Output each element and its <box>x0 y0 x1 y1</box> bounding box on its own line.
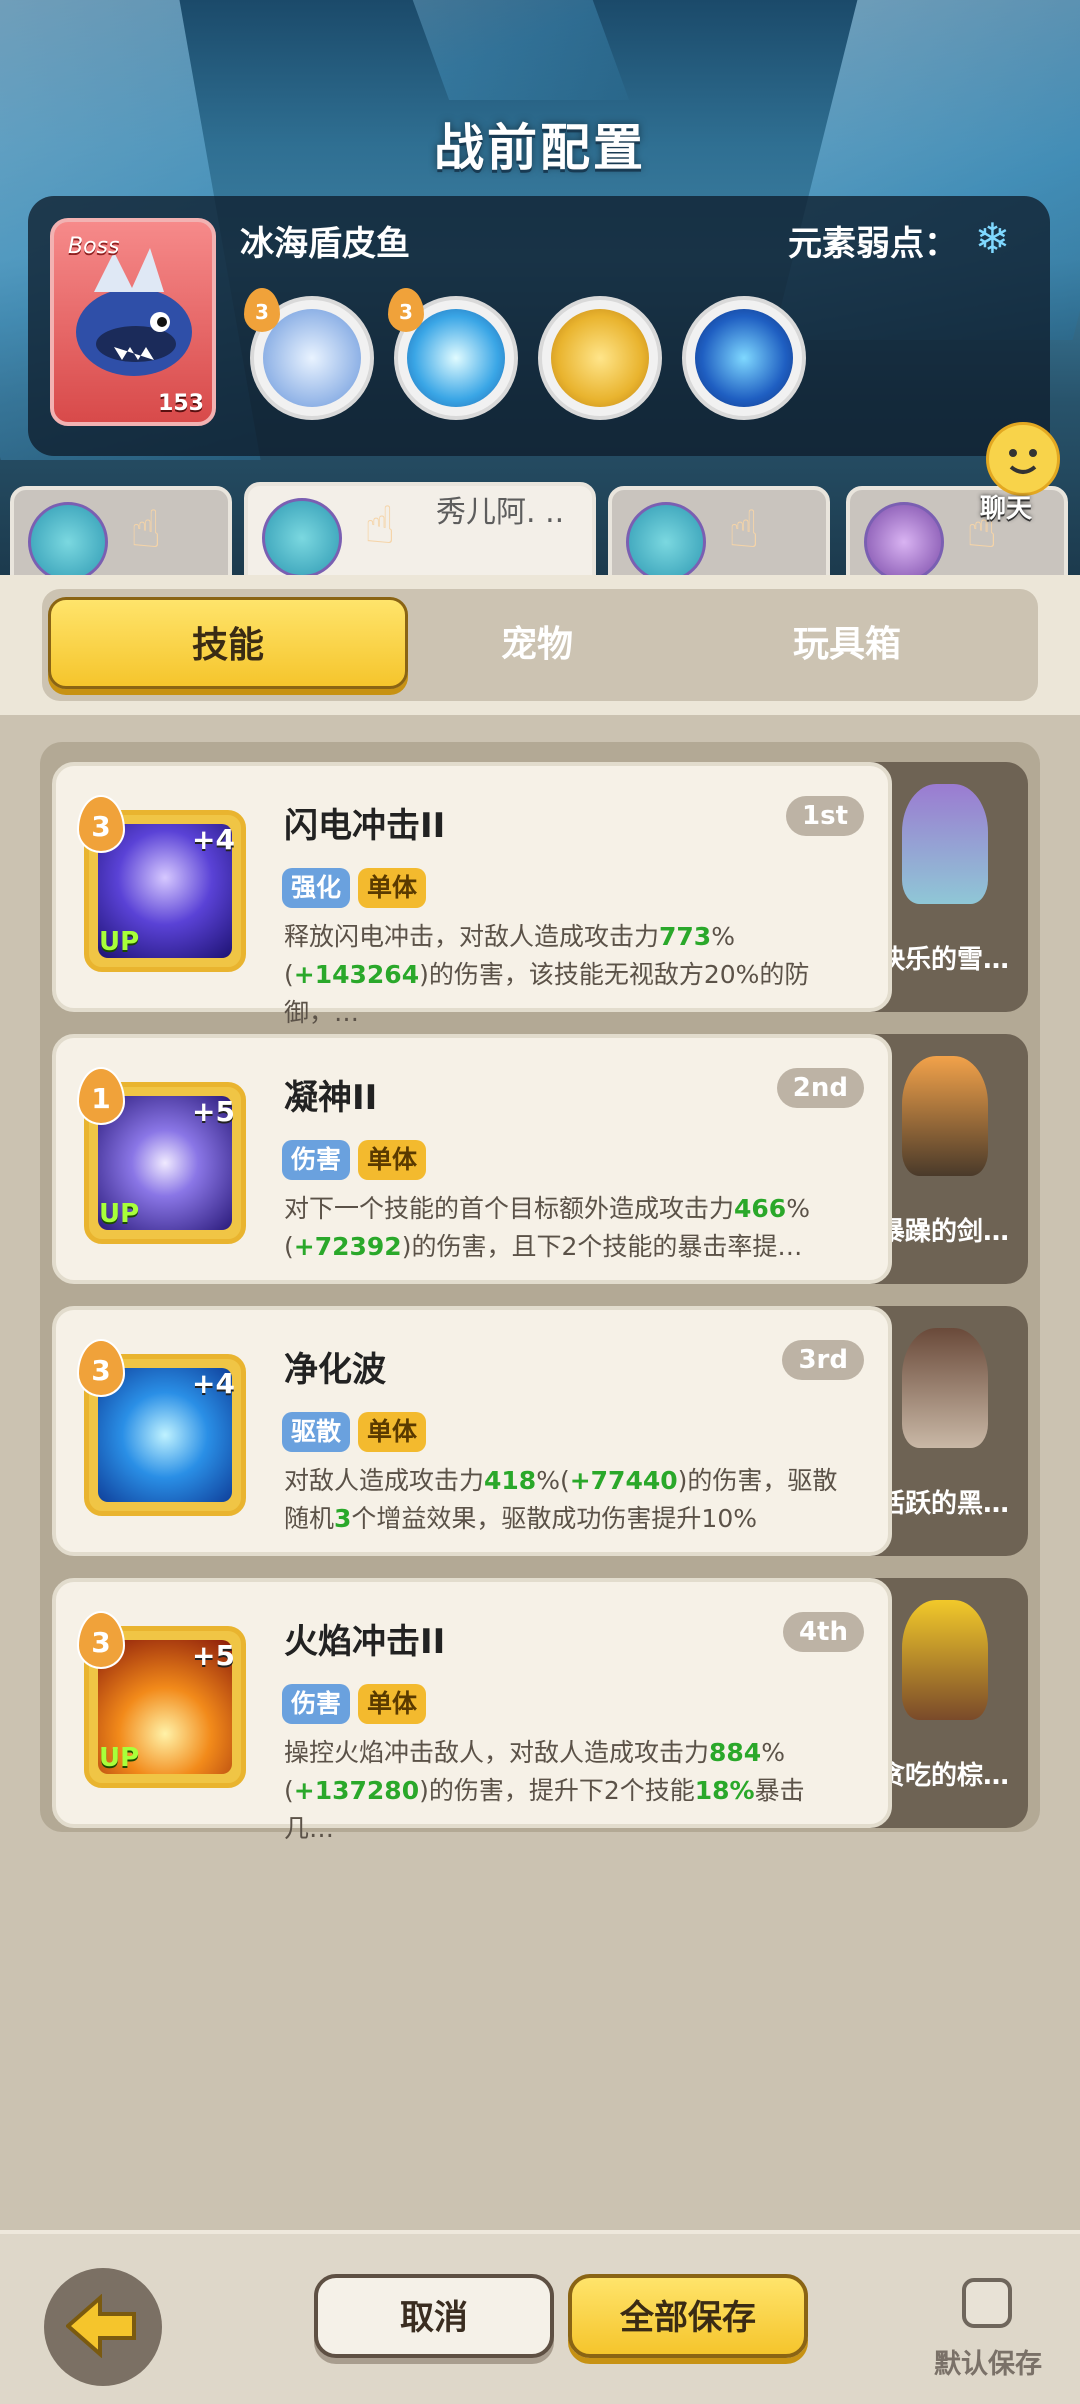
skill-rank: 1st <box>786 796 864 836</box>
boss-tag: Boss <box>68 234 120 259</box>
pet-figure <box>902 784 988 904</box>
skill-card[interactable]: 3 +4 UP 闪电冲击II 1st 强化 单体 释放闪电冲击，对敌人造成攻击力7… <box>52 762 892 1027</box>
skill-tag: 伤害 <box>282 1684 351 1724</box>
skill-description: 操控火焰冲击敌人，对敌人造成攻击力884%(+137280)的伤害，提升下2个技… <box>284 1738 805 1843</box>
skill-icon-frame: 3 +4 UP <box>77 795 246 972</box>
boss-name: 冰海盾皮鱼 <box>240 224 410 264</box>
skill-card[interactable]: 3 +5 UP 火焰冲击II 4th 伤害 单体 操控火焰冲击敌人，对敌人造成攻击… <box>52 1578 892 1843</box>
skill-icon-frame: 1 +5 UP <box>77 1067 246 1244</box>
skill-rank: 3rd <box>782 1340 864 1380</box>
skill-tag: 强化 <box>282 868 351 908</box>
skill-icon-frame: 3 +4 <box>77 1339 246 1516</box>
upgrade-indicator: UP <box>99 1743 140 1773</box>
page-title: 战前配置 <box>434 119 646 177</box>
skill-tag: 单体 <box>358 1412 427 1452</box>
skill-card[interactable]: 3 +4 净化波 3rd 驱散 单体 对敌人造成攻击力418%(+77440)的伤… <box>52 1306 892 1556</box>
skill-level-badge: 3 <box>77 1339 125 1397</box>
skill-tag: 单体 <box>358 868 427 908</box>
avatar <box>28 502 108 582</box>
upgrade-indicator: UP <box>99 927 140 957</box>
tab-toybox[interactable]: 玩具箱 <box>727 589 967 701</box>
skill-plus: +4 <box>192 1367 235 1400</box>
skill-name: 净化波 <box>284 1350 386 1390</box>
snowflake-icon[interactable]: ❄ <box>975 214 1010 263</box>
skill-tag: 驱散 <box>282 1412 351 1452</box>
tab-skills[interactable]: 技能 <box>48 597 408 689</box>
back-button[interactable] <box>44 2268 162 2386</box>
avatar <box>626 502 706 582</box>
boss-portrait[interactable]: Boss 153 <box>50 218 216 426</box>
skill-plus: +5 <box>192 1639 235 1672</box>
weakness-label: 元素弱点： <box>788 224 958 264</box>
config-panel: 技能 宠物 玩具箱 快乐的雪… 3 +4 UP 闪电冲击II 1st 强化 单体 … <box>0 575 1080 2400</box>
boss-skill-golden-shield[interactable] <box>538 296 662 420</box>
skill-rank: 4th <box>782 1612 864 1652</box>
tab-pets[interactable]: 宠物 <box>417 589 657 701</box>
category-tabs: 技能 宠物 玩具箱 <box>42 589 1038 701</box>
chat-button[interactable]: 聊天 <box>966 418 1066 528</box>
skill-name: 凝神II <box>284 1078 378 1118</box>
pet-figure <box>902 1056 988 1176</box>
skill-tag: 单体 <box>358 1684 427 1724</box>
skill-description: 对下一个技能的首个目标额外造成攻击力466%(+72392)的伤害，且下2个技能… <box>284 1194 810 1261</box>
boss-skill-ice-crystal[interactable]: 3 <box>244 288 374 420</box>
skill-description: 释放闪电冲击，对敌人造成攻击力773%(+143264)的伤害，该技能无视敌方2… <box>284 922 810 1027</box>
pet-figure <box>902 1328 988 1448</box>
player-tabs: ☝ ☝ 秀儿阿. .. ☝ ☝ <box>0 482 1080 582</box>
skill-list: 快乐的雪… 3 +4 UP 闪电冲击II 1st 强化 单体 释放闪电冲击，对敌人… <box>40 742 1040 1843</box>
avatar <box>262 498 342 578</box>
skill-plus: +4 <box>192 823 235 856</box>
skill-level-badge: 3 <box>388 288 424 332</box>
smiley-icon <box>986 422 1060 496</box>
chat-label: 聊天 <box>979 494 1032 524</box>
avatar <box>864 502 944 582</box>
boss-skill-water-star[interactable] <box>682 296 806 420</box>
skill-level-badge: 1 <box>77 1067 125 1125</box>
player-tab-3[interactable]: ☝ <box>608 486 830 582</box>
pet-figure <box>902 1600 988 1720</box>
skill-card[interactable]: 1 +5 UP 凝神II 2nd 伤害 单体 对下一个技能的首个目标额外造成攻击力… <box>52 1034 892 1284</box>
skill-name: 闪电冲击II <box>284 806 446 846</box>
skill-tag: 伤害 <box>282 1140 351 1180</box>
skill-icon-frame: 3 +5 UP <box>77 1611 246 1788</box>
skill-description: 对敌人造成攻击力418%(+77440)的伤害，驱散随机3个增益效果，驱散成功伤… <box>284 1466 838 1533</box>
hand-thumb-icon: ☝ <box>130 500 162 560</box>
boss-skill-ice-burst[interactable]: 3 <box>388 288 518 420</box>
boss-info-panel: Boss 153 冰海盾皮鱼 元素弱点： ❄ 3 3 <box>28 196 1050 456</box>
skill-plus: +5 <box>192 1095 235 1128</box>
skill-rank: 2nd <box>776 1068 864 1108</box>
player-name: 秀儿阿. .. <box>436 495 565 530</box>
skill-level-badge: 3 <box>77 795 125 853</box>
skill-level-badge: 3 <box>244 288 280 332</box>
hand-thumb-icon: ☝ <box>364 496 396 556</box>
upgrade-indicator: UP <box>99 1199 140 1229</box>
skill-name: 火焰冲击II <box>284 1622 446 1662</box>
player-tab-1[interactable]: ☝ <box>10 486 232 582</box>
default-save-label: 默认保存 <box>934 2349 1042 2380</box>
footer-bar: 取消 全部保存 默认保存 <box>0 2230 1080 2404</box>
player-tab-2[interactable]: ☝ 秀儿阿. .. <box>244 482 596 582</box>
hand-thumb-icon: ☝ <box>728 500 760 560</box>
default-save-checkbox[interactable] <box>962 2278 1012 2328</box>
cancel-button[interactable]: 取消 <box>314 2274 554 2358</box>
skill-level-badge: 3 <box>77 1611 125 1669</box>
save-all-button[interactable]: 全部保存 <box>568 2274 808 2358</box>
arrow-left-icon <box>66 2294 136 2358</box>
skill-tag: 单体 <box>358 1140 427 1180</box>
boss-level: 153 <box>158 391 204 416</box>
